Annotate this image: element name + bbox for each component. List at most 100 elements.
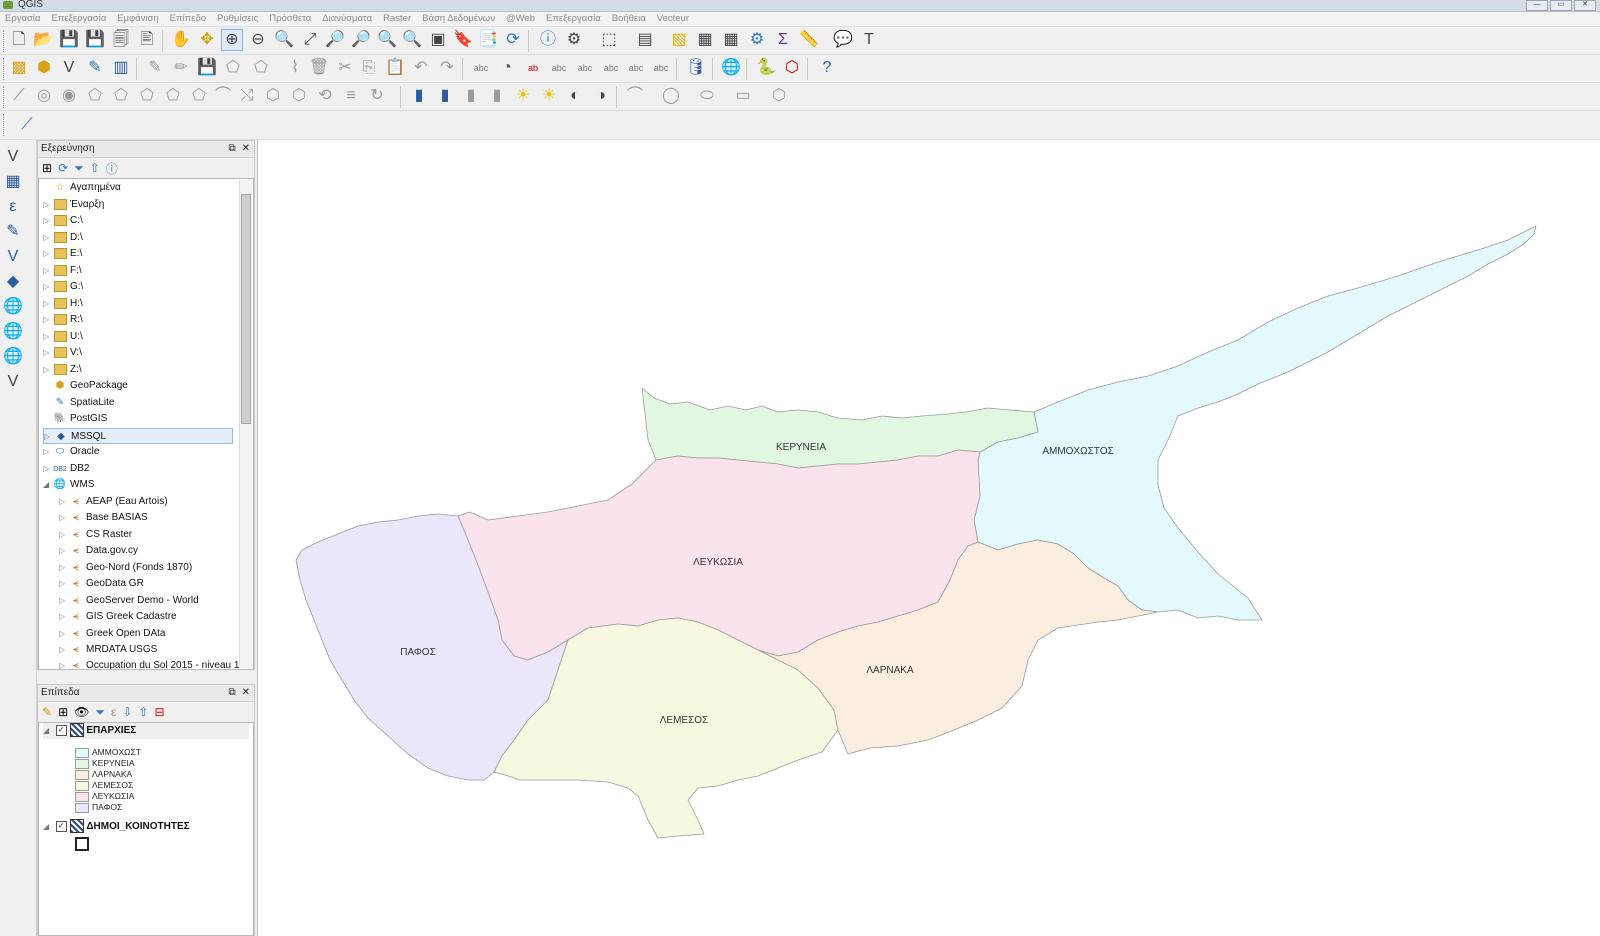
select-by-value-icon[interactable]: ▤ <box>634 29 656 51</box>
tree-item-wms[interactable]: ◢ 🌐 WMS <box>43 477 94 493</box>
layout-manager-icon[interactable]: 🖹 <box>136 29 158 51</box>
rotate-label-icon[interactable]: abc <box>625 57 647 79</box>
undock-icon[interactable]: ⧉ <box>228 685 235 701</box>
filter-expression-icon[interactable]: ε <box>111 705 116 719</box>
toolbar-grip[interactable] <box>3 58 6 80</box>
python-console-icon[interactable]: 🐍 <box>755 57 777 79</box>
decrease-contrast-icon[interactable]: ◑ <box>590 85 612 107</box>
increase-brightness-icon[interactable]: ☀ <box>512 85 534 107</box>
menu-plugins[interactable]: Πρόσθετα <box>264 12 317 26</box>
menu-edit[interactable]: Επεξεργασία <box>46 12 112 26</box>
tree-item-oracle[interactable]: ▷ ⬭ Oracle <box>43 444 99 460</box>
tree-item-drive-r[interactable]: ▷ R:\ <box>43 312 83 328</box>
collapse-all-icon[interactable]: ⇧ <box>90 161 100 175</box>
data-source-manager-icon[interactable]: ▩ <box>8 57 30 79</box>
menu-project[interactable]: Εργασία <box>0 12 46 26</box>
tree-item-wms-connection[interactable]: ▷ ⪪ AEAP (Eau Artois) <box>59 494 168 510</box>
menu-vecteur[interactable]: Vecteur <box>652 12 695 26</box>
open-project-icon[interactable]: 📂 <box>32 29 54 51</box>
show-hide-labels-icon[interactable]: abc <box>574 57 596 79</box>
save-project-icon[interactable]: 💾 <box>58 29 80 51</box>
new-virtual-layer-icon[interactable]: V <box>2 371 24 393</box>
current-edits-icon[interactable]: ✎ <box>144 57 166 79</box>
add-ring-icon[interactable]: ◎ <box>33 85 55 107</box>
attribute-table-icon[interactable]: ▦ <box>694 29 716 51</box>
local-histogram-icon[interactable]: ▮ <box>460 85 482 107</box>
statistical-summary-icon[interactable]: Σ <box>772 29 794 51</box>
add-vector-layer-icon[interactable]: V <box>2 146 24 168</box>
new-shapefile-icon[interactable]: V <box>58 57 80 79</box>
zoom-last-icon[interactable]: 🔍 <box>376 29 398 51</box>
refresh-browser-icon[interactable]: ⟳ <box>58 161 68 175</box>
manage-visibility-icon[interactable]: 👁 <box>74 705 89 719</box>
layer-labeling-icon[interactable]: ◔ <box>496 57 518 79</box>
toolbar-grip[interactable] <box>3 86 6 108</box>
close-icon[interactable]: ✕ <box>1574 0 1596 11</box>
help-icon[interactable]: ? <box>816 57 838 79</box>
tree-item-db2[interactable]: ▷ DB2 DB2 <box>43 461 89 477</box>
tree-item-drive-v[interactable]: ▷ V:\ <box>43 345 82 361</box>
increase-contrast-icon[interactable]: ◐ <box>564 85 586 107</box>
pan-to-selection-icon[interactable]: ✥ <box>196 29 218 51</box>
paste-features-icon[interactable]: 📋 <box>384 57 406 79</box>
offset-curve-icon[interactable]: ⬠ <box>188 85 210 107</box>
merge-features-icon[interactable]: ⬡ <box>262 85 284 107</box>
tree-item-wms-connection[interactable]: ▷ ⪪ Geo-Nord (Fonds 1870) <box>59 560 192 576</box>
tree-item-wms-connection[interactable]: ▷ ⪪ Greek Open DAta <box>59 626 165 642</box>
db-manager-icon[interactable]: 🛢 <box>685 57 707 79</box>
histogram-icon[interactable]: ▮ <box>408 85 430 107</box>
copy-features-icon[interactable]: ⎘ <box>358 57 380 79</box>
map-svg[interactable]: ΚΕΡΥΝΕΙΑ ΑΜΜΟΧΩΣΤΟΣ ΛΕΥΚΩΣΙΑ ΠΑΦΟΣ ΛΑΡΝΑ… <box>258 140 1600 936</box>
zoom-in-icon[interactable]: ⊕ <box>221 29 243 51</box>
add-part-icon[interactable]: ◉ <box>58 85 80 107</box>
tree-item-wms-connection[interactable]: ▷ ⪪ GeoServer Demo - World <box>59 593 199 609</box>
pin-labels-icon[interactable]: abc <box>548 57 570 79</box>
menu-view[interactable]: Εμφάνιση <box>112 12 164 26</box>
delete-part-icon[interactable]: ⬠ <box>136 85 158 107</box>
undock-icon[interactable]: ⧉ <box>228 141 235 157</box>
menu-help[interactable]: Βοήθεια <box>607 12 652 26</box>
map-tips-icon[interactable]: 💬 <box>832 29 854 51</box>
measure-line-icon[interactable]: 📏 <box>798 29 820 51</box>
add-mssql-layer-icon[interactable]: ◆ <box>2 271 24 293</box>
undo-icon[interactable]: ↶ <box>410 57 432 79</box>
zoom-layer-icon[interactable]: 🔎 <box>350 29 372 51</box>
tree-item-drive-f[interactable]: ▷ F:\ <box>43 263 82 279</box>
tree-item-drive-c[interactable]: ▷ C:\ <box>43 213 83 229</box>
filter-browser-icon[interactable]: ⏷ <box>74 161 84 176</box>
add-feature-icon[interactable]: ⬠ <box>222 57 244 79</box>
zoom-next-icon[interactable]: 🔍 <box>401 29 423 51</box>
zoom-full-icon[interactable]: ⤢ <box>299 29 321 51</box>
toolbar-grip[interactable] <box>3 114 6 136</box>
rotate-feature-icon[interactable]: ↻ <box>366 85 388 107</box>
text-annotation-icon[interactable]: T <box>858 29 880 51</box>
add-regular-polygon-icon[interactable]: ⬡ <box>768 85 790 107</box>
fill-ring-icon[interactable]: ⬠ <box>84 85 106 107</box>
print-layout-icon[interactable]: 🗐 <box>110 29 132 51</box>
select-features-icon[interactable]: ⬚ <box>598 29 620 51</box>
zoom-native-icon[interactable]: 🔍 <box>273 29 295 51</box>
delete-selected-icon[interactable]: 🗑 <box>308 57 330 79</box>
menu-settings[interactable]: Ρυθμίσεις <box>212 12 264 26</box>
tree-item-wms-connection[interactable]: ▷ ⪪ Base BASIAS <box>59 510 148 526</box>
menu-database[interactable]: Βάση Δεδομένων <box>417 12 501 26</box>
layers-tree[interactable]: ◢ ✓ ΕΠΑΡΧΙΕΣ ΑΜΜΟΧΩΣΤ ΚΕΡΥΝΕΙΑ ΛΑΡΝΑΚΑ Λ… <box>38 722 254 936</box>
add-wfs-layer-icon[interactable]: 🌐 <box>2 346 24 368</box>
toggle-editing-icon[interactable]: ✏ <box>170 57 192 79</box>
full-histogram-icon[interactable]: ▮ <box>486 85 508 107</box>
new-map-view-icon[interactable]: ▣ <box>427 29 449 51</box>
open-styling-icon[interactable]: ✎ <box>42 705 52 719</box>
refresh-icon[interactable]: ⟳ <box>502 29 524 51</box>
layer-visibility-checkbox[interactable]: ✓ <box>55 820 67 832</box>
new-project-icon[interactable]: 🗋 <box>8 29 30 51</box>
menu-raster[interactable]: Raster <box>378 12 417 26</box>
identify-icon[interactable]: ⓘ <box>537 29 559 51</box>
expand-all-icon[interactable]: ⇩ <box>122 705 132 719</box>
tree-item-geopackage[interactable]: ⬢ GeoPackage <box>43 378 128 394</box>
tree-item-wms-connection[interactable]: ▷ ⪪ MRDATA USGS <box>59 642 157 658</box>
deselect-icon[interactable]: ▧ <box>668 29 690 51</box>
vertex-tool-icon[interactable]: ⬠ <box>250 57 272 79</box>
tree-item-spatialite[interactable]: ✎ SpatiaLite <box>43 395 115 411</box>
cut-features-icon[interactable]: ✂ <box>334 57 356 79</box>
layer-visibility-checkbox[interactable]: ✓ <box>55 724 67 736</box>
